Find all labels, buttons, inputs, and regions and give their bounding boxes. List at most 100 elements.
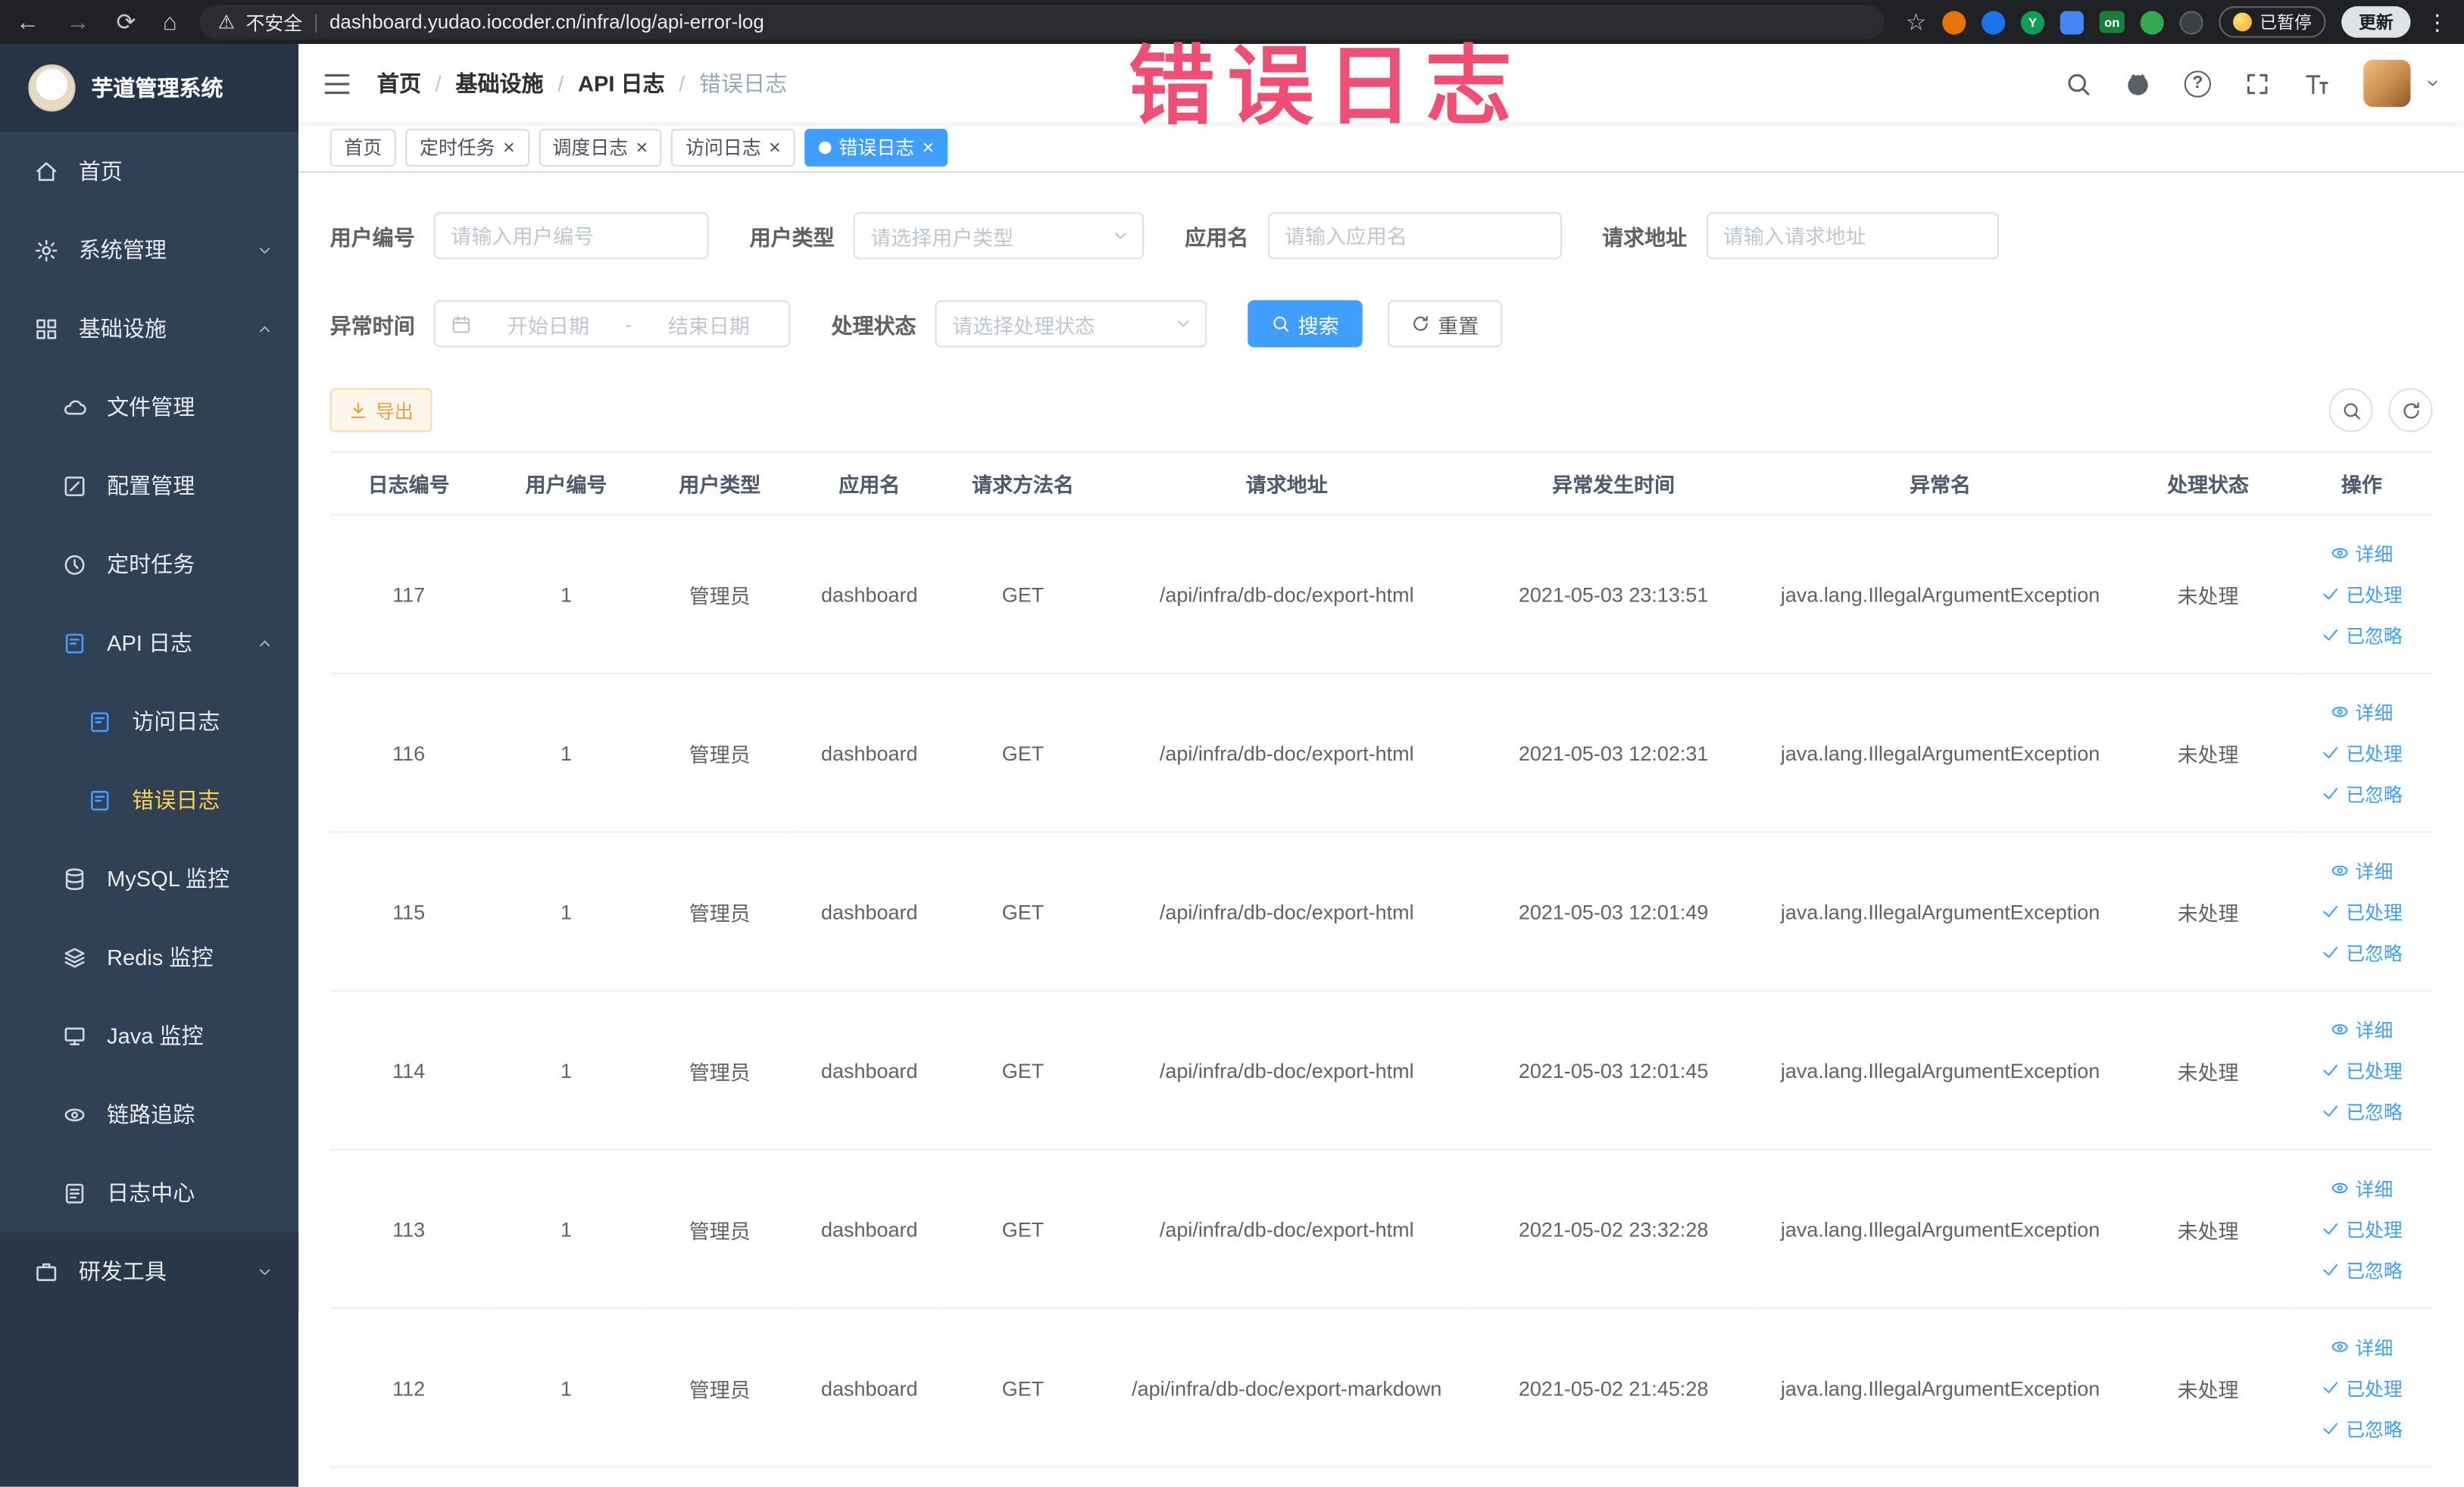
right-toolbar: [2328, 388, 2433, 433]
col-actions: 操作: [2291, 451, 2433, 516]
mark-ignored-link[interactable]: 已忽略: [2299, 1091, 2425, 1132]
tab-close-icon[interactable]: ×: [503, 136, 515, 157]
extension-icon-4[interactable]: [2060, 10, 2084, 34]
tab-label: 首页: [344, 136, 383, 159]
tab-close-icon[interactable]: ×: [923, 136, 935, 157]
mark-processed-link[interactable]: 已处理: [2299, 1050, 2425, 1091]
breadcrumb-infra[interactable]: 基础设施: [455, 67, 543, 98]
sidebar-item-system[interactable]: 系统管理: [0, 211, 298, 289]
mark-processed-link[interactable]: 已处理: [2299, 1208, 2425, 1249]
error-log-table: 日志编号 用户编号 用户类型 应用名 请求方法名 请求地址 异常发生时间 异常名…: [329, 451, 2433, 1468]
detail-link[interactable]: 详细: [2299, 1326, 2425, 1367]
sidebar-item-dev-tools[interactable]: 研发工具: [0, 1232, 299, 1311]
browser-menu-icon[interactable]: ⋮: [2426, 8, 2448, 35]
home-icon[interactable]: ⌂: [163, 10, 177, 33]
detail-link[interactable]: 详细: [2299, 692, 2425, 733]
tab-error-log[interactable]: 错误日志 ×: [804, 128, 948, 166]
user-id-input[interactable]: [433, 212, 709, 260]
mark-processed-link[interactable]: 已处理: [2299, 891, 2425, 932]
address-bar[interactable]: ⚠ 不安全 | dashboard.yudao.iocoder.cn/infra…: [198, 5, 1884, 39]
mark-processed-link[interactable]: 已处理: [2299, 573, 2425, 614]
user-type-select[interactable]: 请选择用户类型: [853, 212, 1145, 260]
extension-icon-6[interactable]: [2179, 10, 2203, 34]
fullscreen-icon[interactable]: [2244, 70, 2271, 96]
chevron-down-icon: [259, 1268, 270, 1275]
back-icon[interactable]: ←: [16, 10, 39, 33]
exception-time-range-picker[interactable]: 开始日期 - 结束日期: [433, 300, 791, 348]
eye-icon: [64, 1107, 85, 1121]
paused-badge[interactable]: 已暂停: [2219, 6, 2326, 38]
mark-processed-link[interactable]: 已处理: [2299, 1367, 2425, 1408]
sidebar-item-scheduled-task[interactable]: 定时任务: [0, 525, 298, 604]
mark-ignored-link[interactable]: 已忽略: [2299, 1249, 2425, 1290]
github-icon[interactable]: [2125, 70, 2151, 96]
sidebar-item-log-center[interactable]: 日志中心: [0, 1154, 298, 1232]
toggle-search-button[interactable]: [2328, 388, 2373, 433]
check-icon: [2323, 906, 2338, 917]
cell-app-name: dashboard: [795, 514, 945, 675]
sidebar-item-access-log[interactable]: 访问日志: [0, 682, 298, 761]
detail-link[interactable]: 详细: [2299, 850, 2425, 891]
extension-icon-3[interactable]: Y: [2020, 10, 2045, 34]
export-button[interactable]: 导出: [329, 388, 433, 433]
tab-scheduled-task[interactable]: 定时任务 ×: [405, 128, 529, 166]
mark-ignored-link[interactable]: 已忽略: [2299, 614, 2425, 655]
detail-link[interactable]: 详细: [2299, 533, 2425, 573]
cell-actions: 详细 已处理 已忽略: [2291, 1308, 2433, 1468]
request-url-input[interactable]: [1706, 212, 1998, 260]
sidebar-item-redis-monitor[interactable]: Redis 监控: [0, 918, 298, 997]
tab-close-icon[interactable]: ×: [769, 136, 781, 157]
forward-icon[interactable]: →: [66, 10, 89, 33]
reset-button[interactable]: 重置: [1387, 300, 1503, 348]
breadcrumb-api-log[interactable]: API 日志: [578, 67, 665, 98]
tab-home[interactable]: 首页: [329, 128, 396, 166]
sidebar-item-trace[interactable]: 链路追踪: [0, 1075, 298, 1154]
search-button[interactable]: 搜索: [1248, 300, 1363, 348]
mark-ignored-link[interactable]: 已忽略: [2299, 1408, 2425, 1449]
tab-schedule-log[interactable]: 调度日志 ×: [538, 128, 662, 166]
sidebar-item-home[interactable]: 首页: [0, 132, 298, 211]
sidebar-item-error-log[interactable]: 错误日志: [0, 761, 298, 839]
table-row: 116 1 管理员 dashboard GET /api/infra/db-do…: [329, 673, 2433, 833]
sidebar-item-file-manage[interactable]: 文件管理: [0, 367, 298, 446]
cell-log-id: 114: [329, 991, 488, 1151]
update-button[interactable]: 更新: [2341, 6, 2411, 38]
tab-access-log[interactable]: 访问日志 ×: [671, 128, 795, 166]
sidebar-item-api-log[interactable]: API 日志: [0, 604, 298, 683]
mark-processed-link[interactable]: 已处理: [2299, 733, 2425, 773]
app-frame: 芋道管理系统 首页 系统管理 基础设施 文件管理 配置管理 定时任务 API 日…: [0, 44, 2464, 1487]
breadcrumb-home[interactable]: 首页: [377, 67, 421, 98]
mark-ignored-link[interactable]: 已忽略: [2299, 932, 2425, 973]
filter-label: 用户编号: [329, 226, 415, 250]
extension-on-badge[interactable]: on: [2099, 11, 2125, 33]
bookmark-star-icon[interactable]: ☆: [1906, 10, 1927, 33]
action-label: 详细: [2355, 542, 2394, 565]
refresh-table-button[interactable]: [2388, 388, 2433, 433]
layers-icon: [64, 947, 85, 967]
tab-label: 访问日志: [685, 136, 761, 159]
extension-icon-5[interactable]: [2140, 10, 2164, 34]
extension-icon-2[interactable]: [1982, 10, 2006, 34]
search-icon[interactable]: [2065, 70, 2091, 96]
process-status-select[interactable]: 请选择处理状态: [935, 300, 1207, 348]
cell-actions: 详细 已处理 已忽略: [2291, 1149, 2433, 1310]
action-label: 已忽略: [2346, 942, 2403, 964]
filter-label: 请求地址: [1602, 226, 1688, 250]
sidebar-item-java-monitor[interactable]: Java 监控: [0, 996, 298, 1075]
reload-icon[interactable]: ⟳: [117, 10, 136, 33]
font-size-icon[interactable]: [2303, 70, 2330, 96]
mark-ignored-link[interactable]: 已忽略: [2299, 773, 2425, 814]
detail-link[interactable]: 详细: [2299, 1167, 2425, 1208]
tab-close-icon[interactable]: ×: [636, 136, 648, 157]
app-name-input[interactable]: [1267, 212, 1562, 260]
table-row: 114 1 管理员 dashboard GET /api/infra/db-do…: [329, 991, 2433, 1151]
extension-icon-1[interactable]: [1942, 10, 1966, 34]
sidebar-item-config-manage[interactable]: 配置管理: [0, 446, 298, 525]
help-icon[interactable]: ?: [2184, 70, 2211, 97]
hamburger-icon[interactable]: [322, 68, 351, 98]
sidebar-item-mysql-monitor[interactable]: MySQL 监控: [0, 839, 298, 918]
user-avatar[interactable]: [2363, 59, 2411, 108]
detail-link[interactable]: 详细: [2299, 1009, 2425, 1050]
cell-exception-time: 2021-05-03 12:01:49: [1472, 832, 1756, 992]
sidebar-item-infra[interactable]: 基础设施: [0, 289, 298, 368]
